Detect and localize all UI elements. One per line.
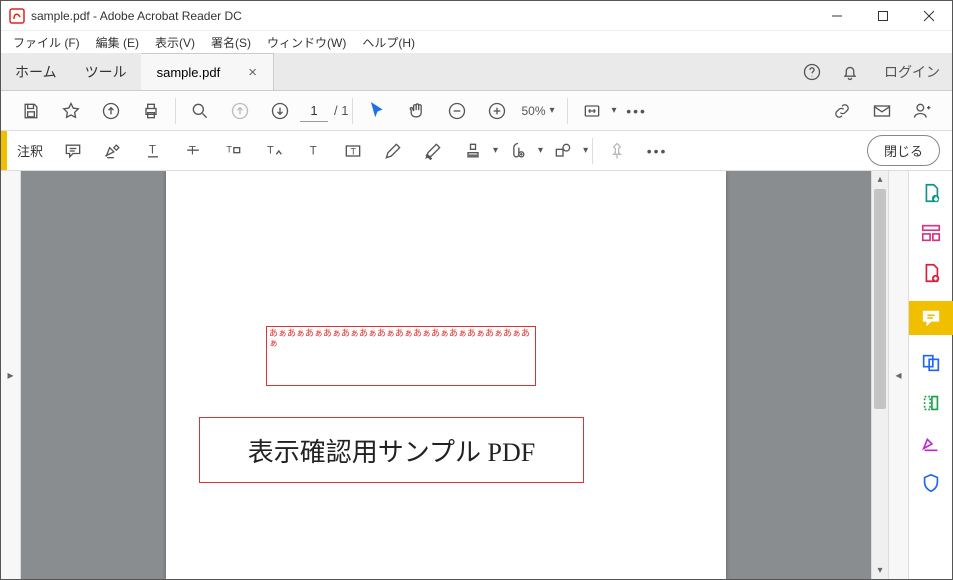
combine-files-icon[interactable] <box>919 351 943 375</box>
menu-sign[interactable]: 署名(S) <box>203 32 259 53</box>
shapes-icon[interactable] <box>543 131 583 171</box>
title-bar: sample.pdf - Adobe Acrobat Reader DC <box>1 1 952 31</box>
search-icon[interactable] <box>180 91 220 131</box>
sign-icon[interactable] <box>919 431 943 455</box>
svg-text:T: T <box>310 144 317 157</box>
window-controls <box>814 1 952 30</box>
help-icon[interactable] <box>802 62 822 82</box>
star-icon[interactable] <box>51 91 91 131</box>
eraser-icon[interactable] <box>413 131 453 171</box>
page-total-label: / 1 <box>334 103 348 118</box>
insert-text-icon[interactable]: T <box>253 131 293 171</box>
protect-icon[interactable] <box>919 471 943 495</box>
attach-icon[interactable] <box>498 131 538 171</box>
more-annotation-icon[interactable]: ••• <box>637 131 677 171</box>
main-toolbar: / 1 50% ▾ ▾ ••• <box>1 91 952 131</box>
minimize-button[interactable] <box>814 1 860 30</box>
tab-bar: ホーム ツール sample.pdf × ログイン <box>1 53 952 91</box>
pin-icon[interactable] <box>597 131 637 171</box>
svg-text:T: T <box>267 144 274 156</box>
menu-view[interactable]: 表示(V) <box>147 32 203 53</box>
add-person-icon[interactable] <box>902 91 942 131</box>
pdf-page: あぁあぁあぁあぁあぁあぁあぁあぁあぁあぁあぁあぁあぁあぁあぁ 表示確認用サンプル… <box>166 171 726 579</box>
highlight-icon[interactable] <box>93 131 133 171</box>
maximize-button[interactable] <box>860 1 906 30</box>
stamp-icon[interactable] <box>453 131 493 171</box>
compress-icon[interactable] <box>919 391 943 415</box>
menu-help[interactable]: ヘルプ(H) <box>354 32 423 53</box>
organize-pages-icon[interactable] <box>919 221 943 245</box>
underline-icon[interactable]: T <box>133 131 173 171</box>
left-panel-toggle[interactable]: ▸ <box>1 171 21 579</box>
text-annotation-box[interactable]: あぁあぁあぁあぁあぁあぁあぁあぁあぁあぁあぁあぁあぁあぁあぁ <box>266 326 536 386</box>
text-comment-icon[interactable]: T <box>293 131 333 171</box>
document-canvas[interactable]: あぁあぁあぁあぁあぁあぁあぁあぁあぁあぁあぁあぁあぁあぁあぁ 表示確認用サンプル… <box>21 171 871 579</box>
tools-side-panel <box>908 171 952 579</box>
sticky-note-icon[interactable] <box>53 131 93 171</box>
vertical-scrollbar[interactable]: ▴ ▾ <box>871 171 888 579</box>
more-tools-icon[interactable]: ••• <box>617 91 657 131</box>
cursor-select-icon[interactable] <box>357 91 397 131</box>
tab-close-icon[interactable]: × <box>248 64 257 81</box>
hand-pan-icon[interactable] <box>397 91 437 131</box>
menu-edit[interactable]: 編集 (E) <box>88 32 147 53</box>
svg-text:T: T <box>149 143 156 156</box>
next-page-icon[interactable] <box>260 91 300 131</box>
page-number-input[interactable] <box>300 100 328 122</box>
strikethrough-icon[interactable]: T <box>173 131 213 171</box>
menu-window[interactable]: ウィンドウ(W) <box>259 32 354 53</box>
zoom-in-icon[interactable] <box>477 91 517 131</box>
tab-document-label: sample.pdf <box>157 65 221 80</box>
zoom-out-icon[interactable] <box>437 91 477 131</box>
close-annotation-button[interactable]: 閉じる <box>867 135 940 166</box>
replace-text-icon[interactable]: T <box>213 131 253 171</box>
scroll-down-icon[interactable]: ▾ <box>872 562 888 579</box>
annotation-label: 注釈 <box>7 141 53 160</box>
workspace: ▸ あぁあぁあぁあぁあぁあぁあぁあぁあぁあぁあぁあぁあぁあぁあぁ 表示確認用サン… <box>1 171 952 579</box>
create-pdf-icon[interactable] <box>919 261 943 285</box>
scroll-up-icon[interactable]: ▴ <box>872 171 888 188</box>
annotation-toolbar: 注釈 T T T T T T ▾ ▾ ▾ ••• 閉じる <box>1 131 952 171</box>
svg-text:T: T <box>351 146 357 156</box>
zoom-level-label[interactable]: 50% <box>521 104 545 118</box>
share-link-icon[interactable] <box>822 91 862 131</box>
menu-file[interactable]: ファイル (F) <box>5 32 88 53</box>
pencil-icon[interactable] <box>373 131 413 171</box>
menu-bar: ファイル (F) 編集 (E) 表示(V) 署名(S) ウィンドウ(W) ヘルプ… <box>1 31 952 53</box>
zoom-dropdown-icon[interactable]: ▾ <box>550 105 555 116</box>
svg-text:T: T <box>226 144 232 154</box>
save-icon[interactable] <box>11 91 51 131</box>
close-window-button[interactable] <box>906 1 952 30</box>
tab-document[interactable]: sample.pdf × <box>141 53 274 90</box>
fit-width-icon[interactable] <box>572 91 612 131</box>
export-pdf-icon[interactable] <box>919 181 943 205</box>
shapes-dropdown-icon[interactable]: ▾ <box>583 145 588 156</box>
email-icon[interactable] <box>862 91 902 131</box>
textbox-icon[interactable]: T <box>333 131 373 171</box>
window-title: sample.pdf - Adobe Acrobat Reader DC <box>31 9 814 23</box>
acrobat-app-icon <box>9 8 25 24</box>
tab-tool[interactable]: ツール <box>71 53 141 90</box>
prev-page-icon[interactable] <box>220 91 260 131</box>
comment-tool-active[interactable] <box>909 301 953 335</box>
print-icon[interactable] <box>131 91 171 131</box>
tab-home[interactable]: ホーム <box>1 53 71 90</box>
upload-cloud-icon[interactable] <box>91 91 131 131</box>
right-panel-toggle[interactable]: ◂ <box>888 171 908 579</box>
document-heading-box[interactable]: 表示確認用サンプル PDF <box>199 417 584 483</box>
scroll-thumb[interactable] <box>874 189 886 409</box>
login-button[interactable]: ログイン <box>884 62 940 82</box>
bell-icon[interactable] <box>840 62 860 82</box>
